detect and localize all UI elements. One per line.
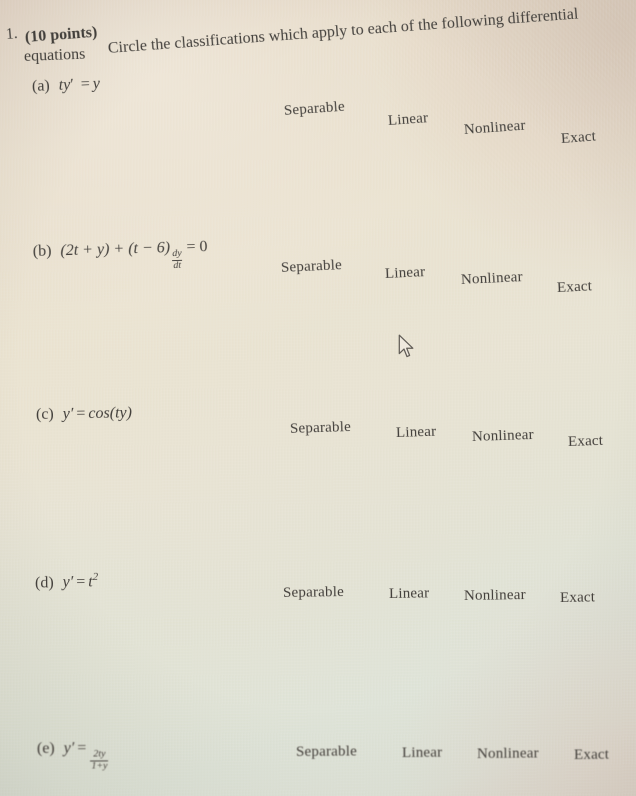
- part-b-option-nonlinear[interactable]: Nonlinear: [461, 269, 524, 289]
- part-d-option-nonlinear[interactable]: Nonlinear: [464, 587, 526, 605]
- part-c-label: (c): [35, 405, 54, 423]
- part-a-label-and-equation: (a) ty′ = y: [32, 75, 101, 96]
- part-e-option-nonlinear[interactable]: Nonlinear: [477, 745, 539, 763]
- part-d-label: (d): [34, 574, 54, 592]
- part-b-option-exact[interactable]: Exact: [557, 278, 593, 297]
- worksheet-content: 1. (10 points) Circle the classification…: [0, 0, 636, 796]
- part-a-option-separable[interactable]: Separable: [283, 99, 345, 120]
- part-a-label: (a): [31, 77, 51, 95]
- part-a-equation: ty′ = y: [58, 75, 101, 94]
- part-d-equation: y′ = t2: [62, 571, 99, 592]
- part-e-label-and-equation: (e) y′ = 2ty 1+y: [37, 739, 110, 772]
- part-d-option-exact[interactable]: Exact: [560, 589, 595, 607]
- part-b-derivative-fraction: dy dt: [172, 248, 183, 272]
- question-prompt-line-2: equations: [23, 45, 86, 65]
- part-e-option-linear[interactable]: Linear: [402, 745, 442, 762]
- part-b-label-and-equation: (b) (2t + y) + (t − 6) dy dt = 0: [33, 238, 209, 275]
- part-e-label: (e): [36, 739, 55, 757]
- worksheet-photo: 1. (10 points) Circle the classification…: [0, 0, 636, 796]
- part-c-label-and-equation: (c) y′ = cos(ty): [36, 404, 132, 424]
- part-c-option-exact[interactable]: Exact: [568, 433, 604, 451]
- part-e-equation: y′ = 2ty 1+y: [63, 739, 109, 772]
- part-d-label-and-equation: (d) y′ = t2: [35, 571, 98, 592]
- part-e-rational-fraction: 2ty 1+y: [90, 748, 109, 772]
- question-prompt-line-1: Circle the classifications which apply t…: [107, 5, 579, 57]
- part-c-equation: y′ = cos(ty): [62, 404, 133, 423]
- part-c-option-nonlinear[interactable]: Nonlinear: [472, 427, 534, 446]
- part-b-equation: (2t + y) + (t − 6) dy dt = 0: [60, 238, 208, 272]
- part-d-exponent: 2: [92, 571, 99, 584]
- part-e-option-exact[interactable]: Exact: [574, 747, 609, 764]
- part-c-option-separable[interactable]: Separable: [290, 419, 351, 438]
- part-b-option-linear[interactable]: Linear: [385, 264, 426, 283]
- part-d-option-linear[interactable]: Linear: [389, 585, 430, 603]
- part-d-option-separable[interactable]: Separable: [283, 584, 344, 602]
- part-a-option-exact[interactable]: Exact: [560, 129, 596, 148]
- question-number: 1.: [5, 25, 19, 43]
- part-a-option-nonlinear[interactable]: Nonlinear: [463, 118, 526, 139]
- question-points-label: (10 points): [24, 23, 98, 46]
- part-c-option-linear[interactable]: Linear: [396, 424, 437, 442]
- part-b-option-separable[interactable]: Separable: [281, 257, 343, 277]
- part-e-option-separable[interactable]: Separable: [296, 743, 357, 761]
- part-b-label: (b): [32, 242, 52, 260]
- part-a-option-linear[interactable]: Linear: [387, 110, 428, 130]
